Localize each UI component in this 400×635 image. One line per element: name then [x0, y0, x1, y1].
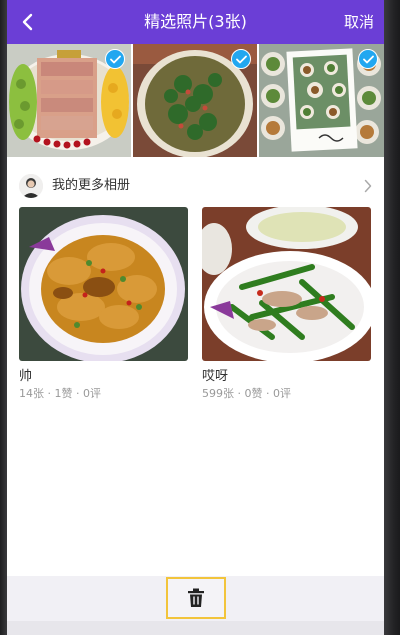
- avatar: [19, 174, 43, 198]
- top-bar: 精选照片(3张) 取消: [7, 0, 384, 44]
- delete-button[interactable]: [166, 577, 226, 619]
- bottom-toolbar: [7, 576, 384, 621]
- app-screen: 精选照片(3张) 取消 我的更多相册 帅 14张 · 1赞 · 0评 哎呀 59…: [7, 0, 384, 635]
- system-nav-bar: [7, 621, 384, 635]
- more-albums-header[interactable]: 我的更多相册: [7, 168, 384, 204]
- chevron-right-icon: [364, 179, 372, 193]
- album-card[interactable]: 帅 14张 · 1赞 · 0评: [19, 207, 188, 401]
- back-arrow-icon: [22, 13, 33, 31]
- back-button[interactable]: [13, 7, 43, 37]
- selected-photos-strip: [7, 44, 384, 157]
- selected-check-icon[interactable]: [231, 49, 251, 69]
- cancel-button[interactable]: 取消: [344, 0, 374, 44]
- selected-check-icon[interactable]: [358, 49, 378, 69]
- selected-photo[interactable]: [7, 44, 131, 157]
- album-meta: 14张 · 1赞 · 0评: [19, 387, 101, 400]
- album-cover[interactable]: [202, 207, 371, 361]
- selected-check-icon[interactable]: [105, 49, 125, 69]
- album-cover[interactable]: [19, 207, 188, 361]
- phone-frame-right: [384, 0, 400, 635]
- album-name: 哎呀: [202, 369, 229, 384]
- album-name: 帅: [19, 369, 33, 384]
- phone-frame-left: [0, 0, 7, 635]
- selected-photo[interactable]: [259, 44, 384, 157]
- page-title: 精选照片(3张): [144, 12, 247, 31]
- trash-icon: [188, 588, 204, 607]
- selected-photo[interactable]: [133, 44, 257, 157]
- section-title: 我的更多相册: [52, 178, 131, 193]
- album-card[interactable]: 哎呀 599张 · 0赞 · 0评: [202, 207, 371, 401]
- album-meta: 599张 · 0赞 · 0评: [202, 387, 291, 400]
